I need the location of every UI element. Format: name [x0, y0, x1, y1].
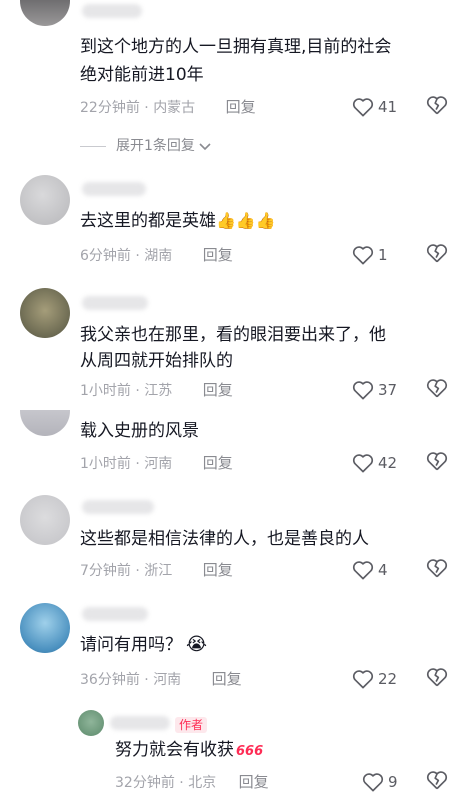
broken-heart-icon: [426, 668, 448, 687]
username-blurred[interactable]: [82, 500, 154, 514]
comment-text-line: 从周四就开始排队的: [80, 351, 233, 371]
broken-heart-icon: [426, 379, 448, 398]
heart-outline-icon: [352, 246, 374, 265]
comment-text: 载入史册的风景: [80, 421, 199, 441]
comment-meta: 36分钟前 · 河南 回复: [80, 670, 242, 688]
heart-outline-icon: [362, 773, 384, 792]
broken-heart-icon: [426, 244, 448, 263]
reply-button[interactable]: 回复: [226, 98, 256, 116]
comment-text-line: 到这个地方的人一旦拥有真理,目前的社会: [80, 37, 392, 57]
avatar[interactable]: [20, 410, 70, 436]
like-button[interactable]: 1: [352, 243, 388, 267]
comment-text: 这些都是相信法律的人，也是善良的人: [80, 529, 369, 549]
username-blurred[interactable]: [82, 607, 148, 621]
dislike-button[interactable]: [426, 378, 448, 402]
like-count: 1: [378, 246, 388, 264]
heart-outline-icon: [352, 381, 374, 400]
crying-emoji: 😭: [186, 634, 208, 655]
comment-text-body: 请问有用吗？: [80, 635, 182, 655]
reply-button[interactable]: 回复: [203, 381, 233, 399]
reply-text: 努力就会有收获 666: [115, 737, 455, 765]
expand-replies-label: 展开1条回复: [116, 138, 195, 154]
heart-outline-icon: [352, 561, 374, 580]
like-count: 22: [378, 670, 398, 688]
comment-location: 河南: [153, 672, 182, 688]
reply-button[interactable]: 回复: [239, 773, 269, 791]
comment-time: 1小时前: [80, 456, 131, 472]
divider: [80, 145, 106, 147]
comment-time: 1小时前: [80, 383, 131, 399]
dislike-button[interactable]: [426, 667, 448, 691]
comment-time: 7分钟前: [80, 563, 131, 579]
username-blurred[interactable]: [110, 716, 170, 730]
username-blurred[interactable]: [82, 296, 148, 310]
dislike-button[interactable]: [426, 770, 448, 794]
avatar[interactable]: [20, 603, 70, 653]
comment-meta: 7分钟前 · 浙江 回复: [80, 561, 233, 579]
reply-meta: 32分钟前 · 北京 回复: [115, 773, 269, 791]
comment-location: 内蒙古: [153, 100, 196, 116]
like-count: 42: [378, 454, 398, 472]
comment-text-line: 我父亲也在那里，看的眼泪要出来了，他: [80, 325, 386, 345]
like-button[interactable]: 41: [352, 95, 397, 119]
comment-meta: 6分钟前 · 湖南 回复: [80, 246, 233, 264]
broken-heart-icon: [426, 96, 448, 115]
like-button[interactable]: 9: [362, 770, 398, 794]
comment-meta: 1小时前 · 江苏 回复: [80, 381, 233, 399]
avatar[interactable]: [20, 0, 70, 26]
reply-location: 北京: [188, 775, 217, 791]
comment-time: 36分钟前: [80, 672, 140, 688]
chevron-down-icon: [199, 143, 211, 151]
like-count: 9: [388, 773, 398, 791]
avatar[interactable]: [20, 175, 70, 225]
like-count: 41: [378, 98, 398, 116]
dislike-button[interactable]: [426, 95, 448, 119]
like-button[interactable]: 22: [352, 667, 397, 691]
dislike-button[interactable]: [426, 243, 448, 267]
avatar[interactable]: [78, 710, 104, 736]
reply-text-body: 努力就会有收获: [115, 740, 234, 760]
author-badge: 作者: [175, 717, 208, 733]
dislike-button[interactable]: [426, 451, 448, 475]
broken-heart-icon: [426, 452, 448, 471]
reply-time: 32分钟前: [115, 775, 175, 791]
comment-time: 6分钟前: [80, 248, 131, 264]
like-count: 4: [378, 561, 388, 579]
thumbs-up-emoji: 👍👍👍: [216, 211, 276, 230]
comment-time: 22分钟前: [80, 100, 140, 116]
heart-outline-icon: [352, 454, 374, 473]
comment-text-body: 去这里的都是英雄: [80, 211, 216, 231]
comment-text: 请问有用吗？ 😭: [80, 632, 455, 658]
broken-heart-icon: [426, 559, 448, 578]
like-button[interactable]: 42: [352, 451, 397, 475]
heart-outline-icon: [352, 670, 374, 689]
reply-button[interactable]: 回复: [203, 246, 233, 264]
avatar[interactable]: [20, 495, 70, 545]
reply-button[interactable]: 回复: [203, 454, 233, 472]
username-blurred[interactable]: [82, 182, 146, 196]
comment-meta: 1小时前 · 河南 回复: [80, 454, 233, 472]
broken-heart-icon: [426, 771, 448, 790]
comment-location: 湖南: [144, 248, 173, 264]
reply-button[interactable]: 回复: [212, 670, 242, 688]
comment-text: 去这里的都是英雄👍👍👍: [80, 208, 455, 234]
avatar[interactable]: [20, 288, 70, 338]
username-blurred[interactable]: [82, 4, 142, 18]
reply-button[interactable]: 回复: [203, 561, 233, 579]
like-button[interactable]: 4: [352, 558, 388, 582]
comment-location: 江苏: [144, 383, 173, 399]
666-sticker: 666: [236, 744, 264, 759]
like-count: 37: [378, 381, 398, 399]
comment-location: 河南: [144, 456, 173, 472]
like-button[interactable]: 37: [352, 378, 397, 402]
heart-outline-icon: [352, 98, 374, 117]
comment-meta: 22分钟前 · 内蒙古 回复: [80, 98, 256, 116]
dislike-button[interactable]: [426, 558, 448, 582]
expand-replies-button[interactable]: 展开1条回复: [80, 136, 212, 156]
comment-location: 浙江: [144, 563, 173, 579]
comment-text-line: 绝对能前进10年: [80, 65, 204, 85]
